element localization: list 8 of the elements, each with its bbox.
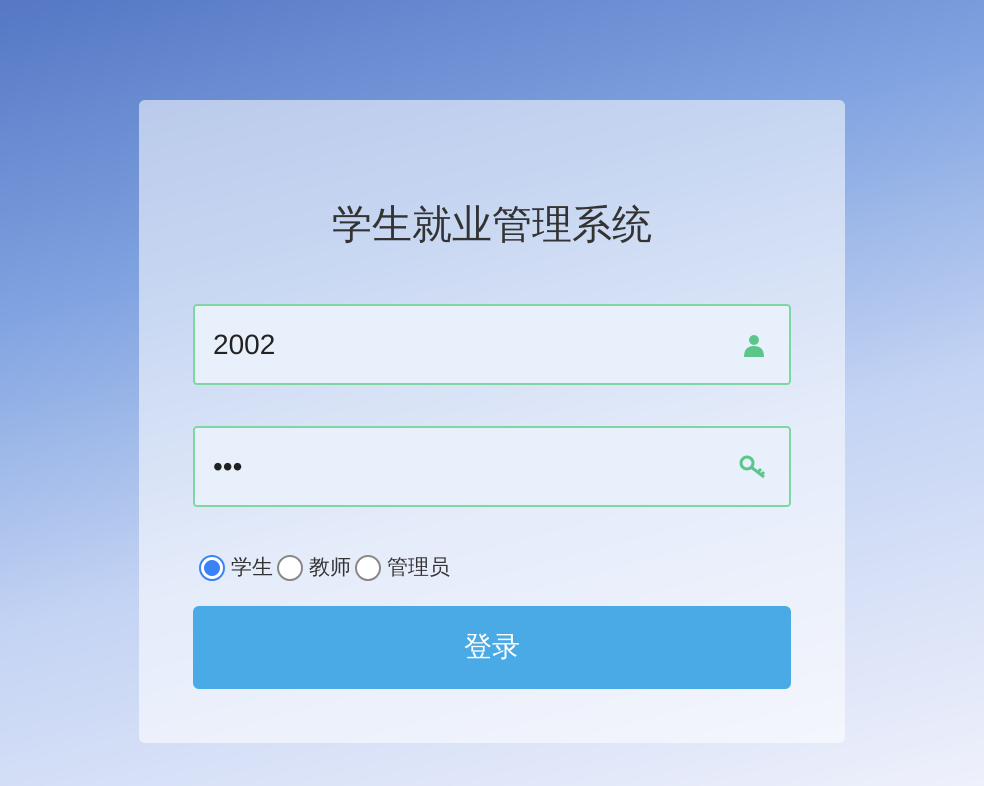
role-radio[interactable]: 管理员	[355, 552, 450, 584]
password-field[interactable]: •••	[193, 426, 791, 507]
system-title: 学生就业管理系统	[331, 202, 653, 249]
user-icon	[743, 333, 765, 357]
role-radio[interactable]: 教师	[277, 552, 351, 584]
username-field[interactable]: 2002	[193, 304, 791, 385]
key-icon	[739, 455, 767, 479]
role-radio[interactable]: 学生	[199, 552, 273, 584]
